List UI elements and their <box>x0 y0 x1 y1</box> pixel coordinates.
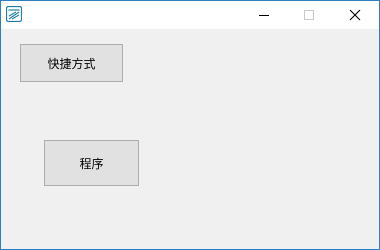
shortcut-button[interactable]: 快捷方式 <box>20 44 123 82</box>
client-area: 快捷方式 程序 <box>1 29 379 249</box>
maximize-button[interactable] <box>286 1 332 29</box>
app-icon[interactable] <box>5 5 23 23</box>
title-bar[interactable] <box>1 1 379 29</box>
close-icon <box>349 6 361 25</box>
app-window: 快捷方式 程序 <box>0 0 380 250</box>
close-button[interactable] <box>332 1 378 29</box>
maximize-icon <box>303 6 315 25</box>
program-button[interactable]: 程序 <box>44 140 139 186</box>
shortcut-button-label: 快捷方式 <box>47 56 96 71</box>
minimize-icon <box>258 6 270 25</box>
program-button-label: 程序 <box>79 156 104 171</box>
minimize-button[interactable] <box>241 1 287 29</box>
